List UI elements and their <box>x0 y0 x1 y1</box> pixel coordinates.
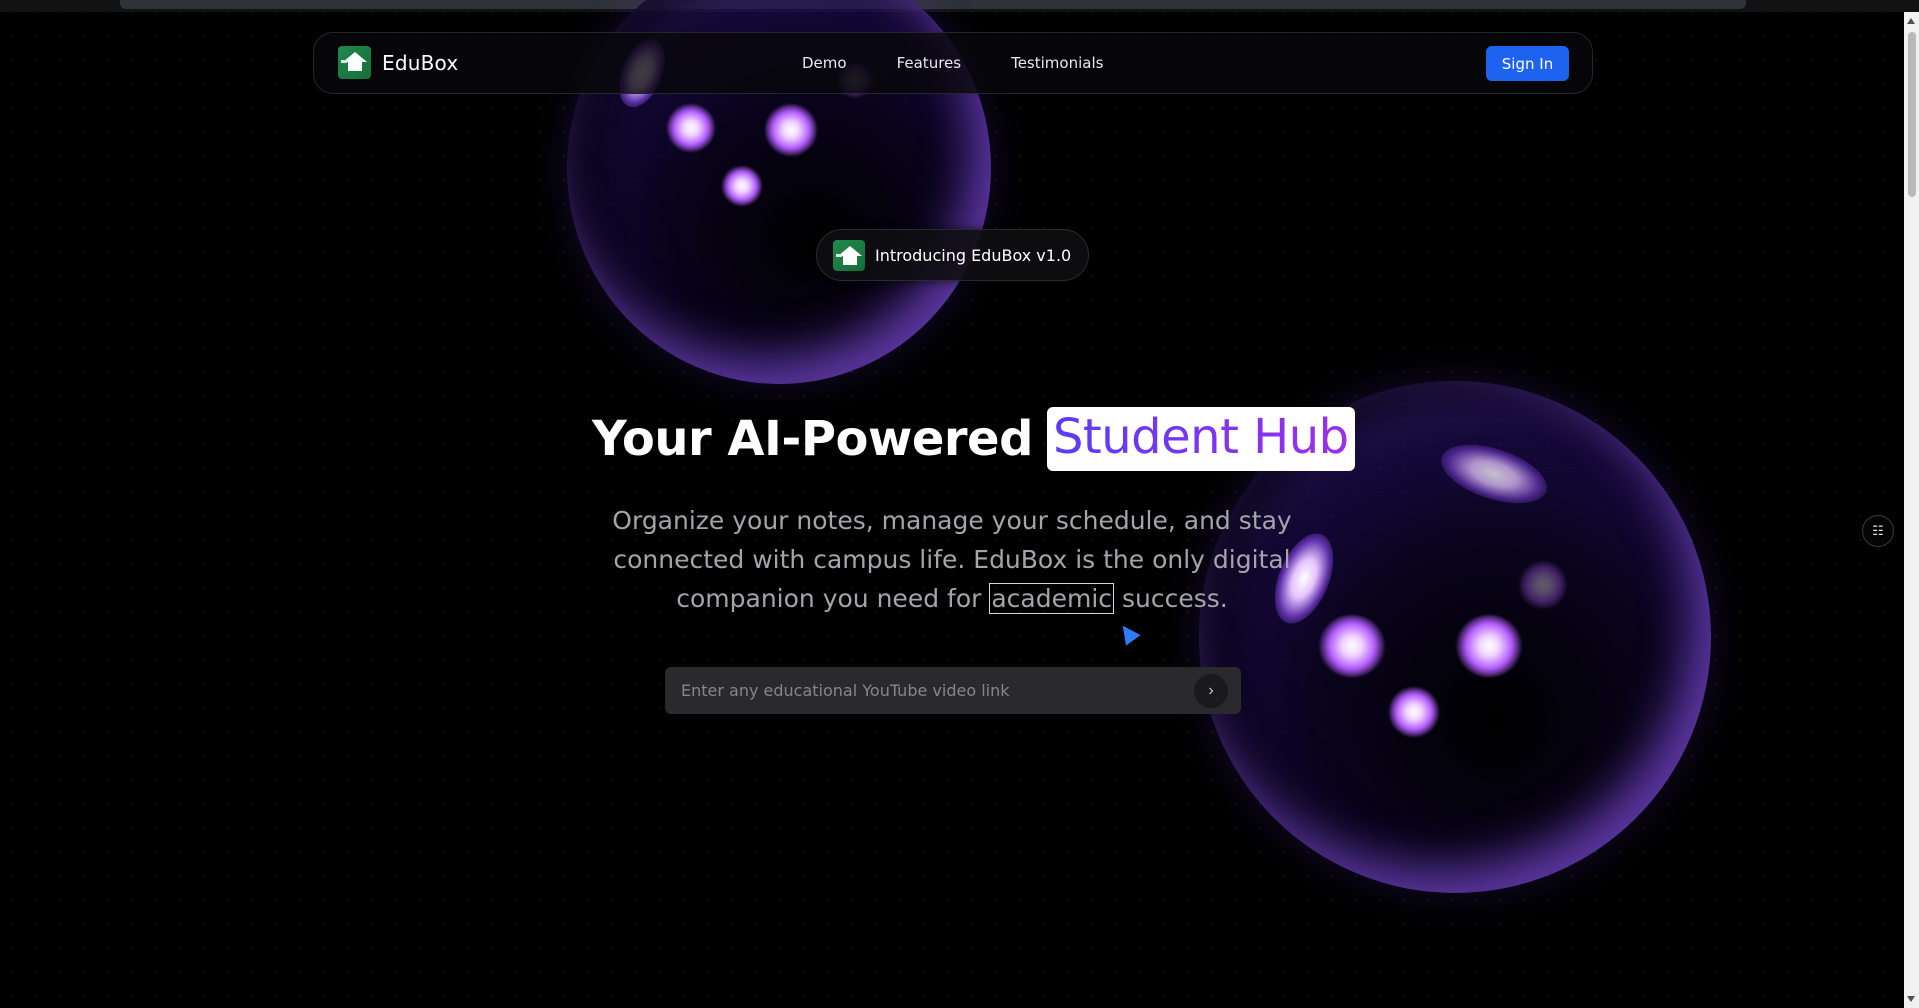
hero-title-highlight: Student Hub <box>1052 409 1349 465</box>
subtitle-line-3-end: success. <box>1121 584 1228 613</box>
video-link-input[interactable] <box>665 667 1194 714</box>
sign-in-button[interactable]: Sign In <box>1486 46 1569 81</box>
sphere-light <box>1456 615 1522 677</box>
brand[interactable]: EduBox <box>338 46 458 79</box>
page-scrollbar[interactable] <box>1904 12 1919 1008</box>
submit-link-button[interactable]: › <box>1194 673 1228 708</box>
toggle-list-icon: ☷ <box>1872 523 1884 539</box>
nav-link-demo[interactable]: Demo <box>802 54 847 72</box>
subtitle-line-1: Organize your notes, manage your schedul… <box>612 506 1292 535</box>
chevron-right-icon: › <box>1208 681 1214 699</box>
sphere-light <box>765 104 817 156</box>
sphere-light-dim <box>1519 561 1567 609</box>
edubox-logo-icon <box>338 46 371 79</box>
edubox-logo-icon <box>833 239 865 271</box>
sphere-light <box>1319 615 1385 677</box>
scrollbar-thumb[interactable] <box>1908 32 1916 197</box>
nav-links: Demo Features Testimonials <box>802 33 1153 93</box>
hero-subtitle: Organize your notes, manage your schedul… <box>592 501 1312 618</box>
subtitle-line-2: connected with campus life. EduBox is th… <box>613 545 1291 574</box>
nav-link-testimonials[interactable]: Testimonials <box>1011 54 1103 72</box>
hero-title-highlight-box: Student Hub <box>1046 407 1355 471</box>
nav-link-features[interactable]: Features <box>897 54 962 72</box>
hero-title: Your AI-Powered Student Hub <box>592 407 1355 471</box>
scroll-down-icon[interactable] <box>1907 996 1915 1002</box>
brand-name: EduBox <box>382 50 459 75</box>
top-navbar: EduBox Demo Features Testimonials Sign I… <box>313 32 1593 94</box>
sphere-light <box>722 166 762 206</box>
intro-badge-text: Introducing EduBox v1.0 <box>875 245 1072 265</box>
browser-top-bar <box>0 0 1919 12</box>
intro-badge[interactable]: Introducing EduBox v1.0 <box>816 229 1089 281</box>
hero-title-prefix: Your AI-Powered <box>592 411 1033 467</box>
scroll-up-icon[interactable] <box>1907 18 1915 24</box>
address-bar[interactable] <box>120 0 1746 9</box>
sphere-light <box>667 104 715 152</box>
video-link-form: › <box>665 667 1241 714</box>
subtitle-selected-word: academic <box>989 583 1115 614</box>
floating-toggle-button[interactable]: ☷ <box>1862 515 1894 547</box>
sphere-light <box>1389 687 1439 737</box>
sphere-highlight <box>1433 433 1555 515</box>
subtitle-line-3-start: companion you need for <box>676 584 982 613</box>
